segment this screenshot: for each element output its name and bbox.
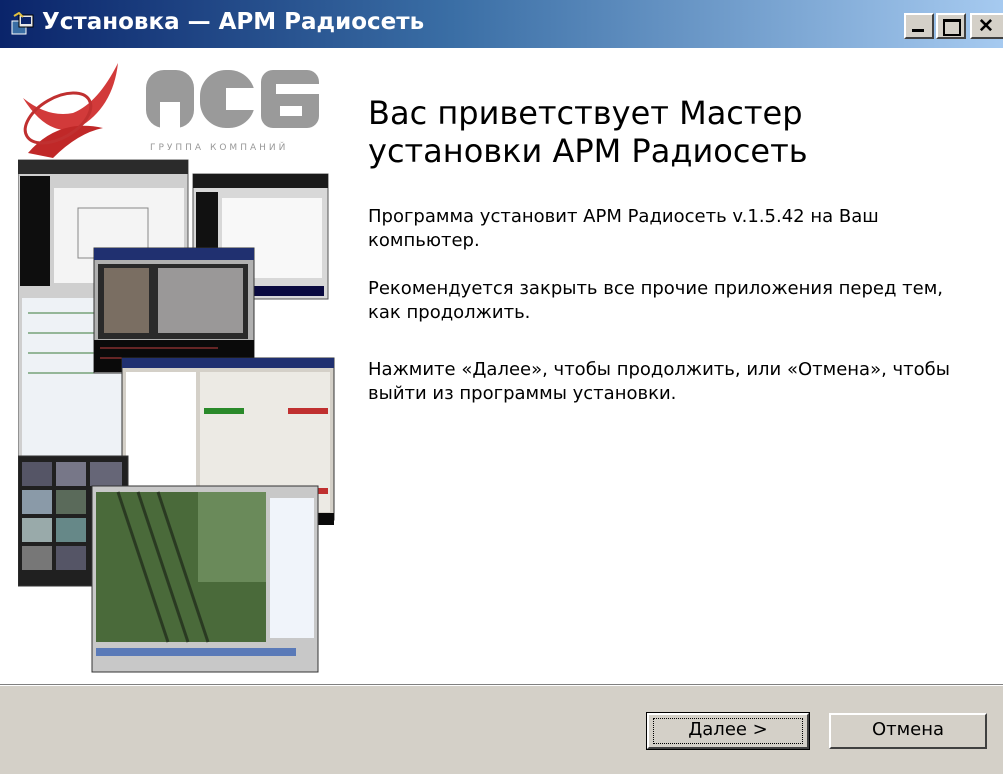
title-bar[interactable]: Установка — АРМ Радиосеть (0, 0, 1003, 48)
maximize-icon[interactable] (936, 13, 966, 39)
window-title: Установка — АРМ Радиосеть (42, 9, 425, 35)
logo-mark-icon (23, 63, 118, 158)
close-icon[interactable] (970, 13, 1003, 39)
installer-window: Установка — АРМ Радиосеть ГРУППА КОМПАНИ… (0, 0, 1003, 774)
sidebar-image: ГРУППА КОМПАНИЙ (18, 63, 335, 673)
logo-subtitle: ГРУППА КОМПАНИЙ (150, 141, 288, 153)
cancel-button[interactable]: Отмена (829, 713, 987, 749)
close-apps-paragraph: Рекомендуется закрыть все прочие приложе… (368, 278, 943, 323)
next-button[interactable]: Далее > (646, 712, 810, 750)
footer-separator (0, 684, 1003, 686)
screenshot-collage (18, 159, 335, 673)
setup-icon (11, 12, 34, 35)
focus-rect (653, 718, 803, 744)
minimize-icon[interactable] (904, 13, 934, 39)
welcome-heading: Вас приветствует Мастер установки АРМ Ра… (368, 94, 808, 170)
intro-paragraph: Программа установит АРМ Радиосеть v.1.5.… (368, 206, 879, 251)
instructions-paragraph: Нажмите «Далее», чтобы продолжить, или «… (368, 359, 950, 404)
logo-letters (146, 70, 319, 128)
